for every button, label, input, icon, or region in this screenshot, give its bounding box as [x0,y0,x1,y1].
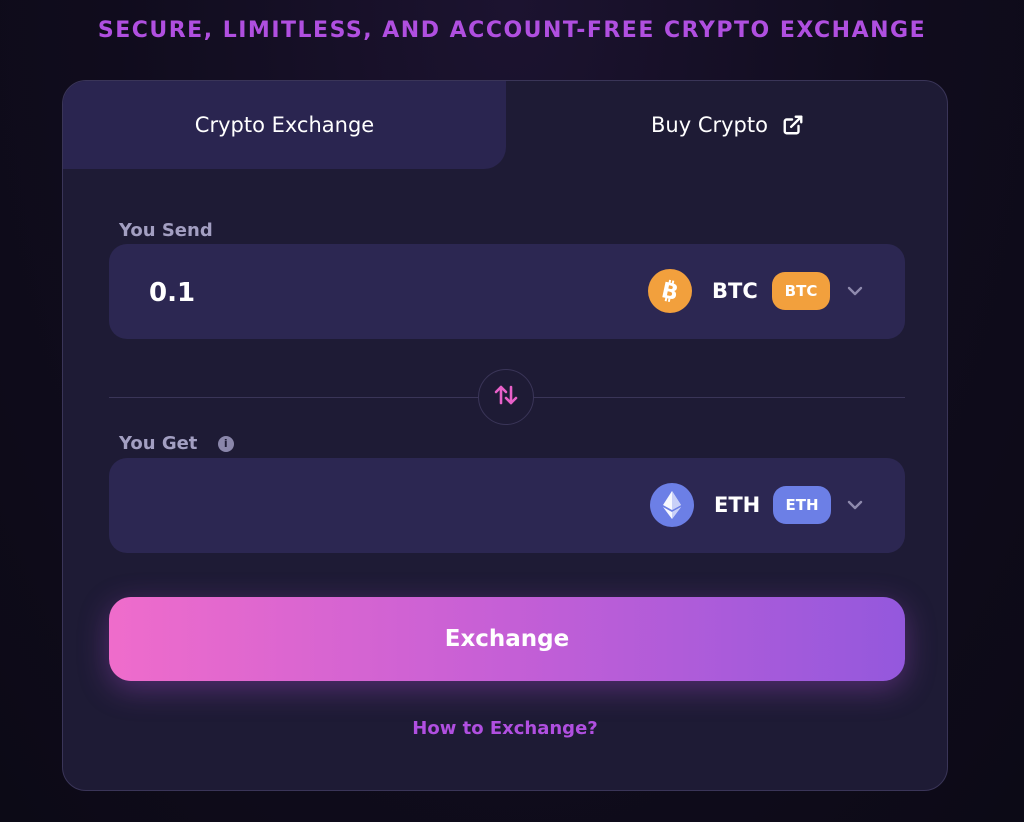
get-ticker: ETH [714,493,761,517]
chevron-down-icon [846,282,864,301]
send-amount-input[interactable] [147,244,451,341]
chevron-down-icon [846,496,864,515]
tab-crypto-exchange[interactable]: Crypto Exchange [63,81,506,169]
swap-arrows-icon [492,381,520,413]
ethereum-icon [650,483,694,527]
you-get-label-text: You Get [119,433,198,454]
you-get-label: You Get i [119,433,234,454]
get-network-badge: ETH [773,486,831,524]
page-tagline: SECURE, LIMITLESS, AND ACCOUNT-FREE CRYP… [97,18,927,43]
get-currency-dropdown[interactable] [845,458,865,553]
external-link-icon [782,114,804,136]
get-amount-input[interactable] [147,458,451,555]
tab-buy-crypto[interactable]: Buy Crypto [506,81,947,169]
send-field: B BTC BTC [109,244,905,341]
how-to-exchange-link[interactable]: How to Exchange? [63,718,947,739]
send-currency-dropdown[interactable] [845,244,865,339]
you-send-label-text: You Send [119,220,213,241]
bitcoin-icon: B [648,269,692,313]
send-ticker: BTC [712,279,758,303]
tab-crypto-exchange-label: Crypto Exchange [194,113,375,137]
get-field: ETH ETH [109,458,905,555]
info-icon[interactable]: i [217,436,234,452]
tab-buy-crypto-label: Buy Crypto [651,113,768,137]
tab-bar: Crypto Exchange Buy Crypto [63,81,947,169]
swap-button[interactable] [478,369,534,425]
exchange-card: Crypto Exchange Buy Crypto You Send B [62,80,948,791]
how-to-exchange-link-text: How to Exchange? [412,718,598,739]
you-send-label: You Send [119,220,213,241]
send-network-badge: BTC [772,272,830,310]
exchange-button[interactable]: Exchange [109,597,905,681]
